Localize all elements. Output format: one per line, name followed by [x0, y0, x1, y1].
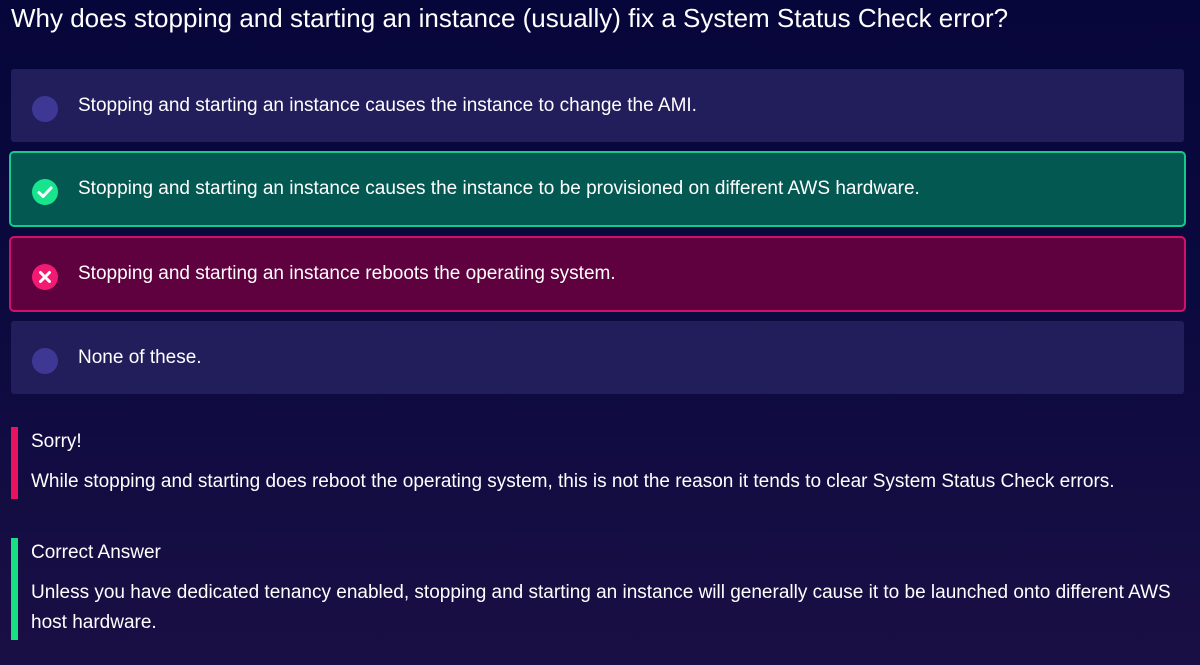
feedback-body: While stopping and starting does reboot … [31, 471, 1115, 492]
answer-option-label: Stopping and starting an instance causes… [78, 178, 920, 199]
feedback-title: Sorry! [31, 431, 82, 452]
answer-option-label: None of these. [78, 347, 202, 368]
check-circle-icon [32, 179, 58, 205]
answer-option-1[interactable]: Stopping and starting an instance causes… [11, 69, 1184, 142]
answer-option-3-wrong[interactable]: Stopping and starting an instance reboot… [9, 236, 1186, 312]
x-circle-icon [32, 264, 58, 290]
answer-options: Stopping and starting an instance causes… [9, 69, 1186, 403]
feedback-accent-bar [11, 538, 18, 640]
feedback-incorrect: Sorry! While stopping and starting does … [11, 427, 1171, 499]
question-title: Why does stopping and starting an instan… [11, 3, 1009, 33]
answer-option-4[interactable]: None of these. [11, 321, 1184, 394]
answer-option-label: Stopping and starting an instance causes… [78, 95, 697, 116]
answer-option-label: Stopping and starting an instance reboot… [78, 263, 616, 284]
feedback-body: Unless you have dedicated tenancy enable… [31, 582, 1171, 633]
feedback-accent-bar [11, 427, 18, 499]
radio-unselected-icon [32, 348, 58, 374]
feedback-title: Correct Answer [31, 542, 161, 563]
answer-option-2-correct[interactable]: Stopping and starting an instance causes… [9, 151, 1186, 227]
radio-unselected-icon [32, 96, 58, 122]
feedback-correct-answer: Correct Answer Unless you have dedicated… [11, 538, 1171, 640]
